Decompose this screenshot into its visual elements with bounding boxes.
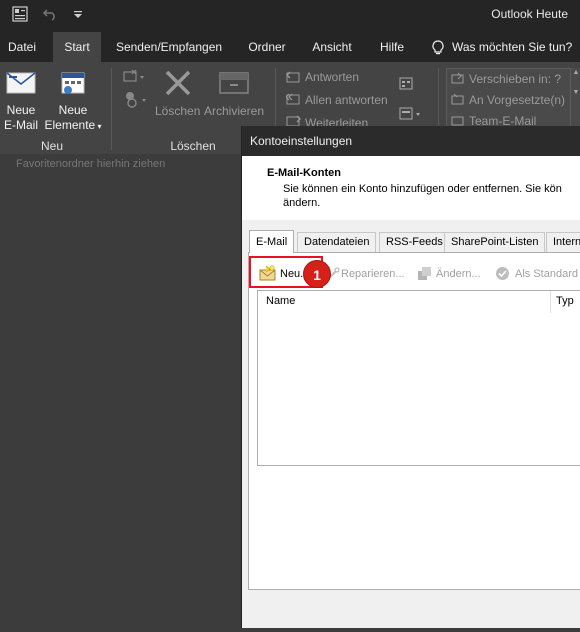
reply-icon — [286, 70, 302, 84]
quick-steps-gallery: Verschieben in: ? An Vorgesetzte(n) Team… — [446, 68, 572, 130]
tab-email[interactable]: E-Mail — [249, 230, 295, 253]
scroll-up-icon[interactable]: ▲ — [571, 68, 580, 78]
tab-senden-empfangen[interactable]: Senden/Empfangen — [110, 32, 228, 62]
tell-me-label: Was möchten Sie tun? — [452, 40, 573, 54]
tab-rss-feeds[interactable]: RSS-Feeds — [379, 232, 450, 252]
cleanup-icon[interactable] — [122, 90, 150, 108]
window-title: Outlook Heute — [491, 7, 568, 21]
archive-button[interactable]: Archivieren — [204, 104, 264, 119]
column-header-type[interactable]: Typ — [556, 295, 574, 307]
tab-internet-calendars[interactable]: Intern — [546, 232, 580, 252]
more-respond-icon[interactable] — [398, 106, 424, 122]
dialog-header-description-line-2: ändern. — [283, 197, 321, 209]
navigation-pane: Favoritenordner hierhin ziehen — [0, 154, 242, 632]
reply-all-button[interactable]: Allen antworten — [305, 93, 388, 108]
new-mail-label-2: E-Mail — [3, 118, 38, 132]
tab-ordner[interactable]: Ordner — [240, 32, 294, 62]
new-items-label-1: Neue — [58, 103, 88, 117]
set-default-icon — [495, 266, 510, 281]
archive-icon — [218, 70, 250, 96]
column-divider[interactable] — [550, 291, 551, 313]
reply-button[interactable]: Antworten — [305, 70, 359, 85]
dialog-header-description: Sie können ein Konto hinzufügen oder ent… — [283, 182, 562, 210]
tab-start[interactable]: Start — [53, 32, 101, 62]
favorites-hint: Favoritenordner hierhin ziehen — [16, 158, 166, 170]
tell-me-search[interactable]: Was möchten Sie tun? — [432, 32, 572, 62]
move-to-icon — [451, 72, 465, 86]
ribbon-tabs: Datei Start Senden/Empfangen Ordner Ansi… — [0, 32, 580, 62]
tab-sharepoint-lists[interactable]: SharePoint-Listen — [444, 232, 546, 252]
gallery-scrollbar[interactable]: ▲ ▼ — [570, 68, 580, 128]
accounts-list[interactable]: Name Typ — [257, 290, 580, 466]
to-manager-icon — [451, 93, 465, 107]
tab-hilfe[interactable]: Hilfe — [370, 32, 414, 62]
delete-button[interactable]: Löschen — [155, 104, 200, 119]
lightbulb-icon — [432, 32, 444, 62]
dialog-header: E-Mail-Konten Sie können ein Konto hinzu… — [242, 156, 580, 220]
tab-ansicht[interactable]: Ansicht — [304, 32, 360, 62]
new-mail-button[interactable]: Neue E-Mail — [0, 103, 42, 133]
dialog-header-description-line-1: Sie können ein Konto hinzufügen oder ent… — [283, 183, 562, 195]
scroll-down-icon[interactable]: ▼ — [571, 88, 580, 98]
group-label-new: Neu — [40, 139, 63, 153]
chevron-down-icon: ▾ — [95, 122, 102, 131]
ignore-icon[interactable] — [122, 68, 146, 86]
column-header-name[interactable]: Name — [266, 295, 295, 307]
change-button[interactable]: Ändern... — [436, 265, 481, 283]
step-badge: 1 — [303, 260, 331, 288]
set-default-button[interactable]: Als Standard — [515, 265, 578, 283]
new-mail-icon — [5, 70, 37, 96]
tab-data-files[interactable]: Datendateien — [297, 232, 377, 252]
app-icon[interactable] — [10, 6, 30, 26]
dialog-title[interactable]: Kontoeinstellungen — [242, 126, 580, 156]
quick-step-move-to[interactable]: Verschieben in: ? — [469, 72, 561, 87]
ribbon-separator — [111, 68, 112, 150]
title-bar: Outlook Heute — [0, 0, 580, 32]
customize-icon[interactable] — [68, 6, 88, 26]
group-label-delete: Löschen — [170, 139, 216, 153]
delete-icon — [163, 68, 193, 98]
account-settings-dialog: Kontoeinstellungen E-Mail-Konten Sie kön… — [242, 126, 580, 628]
tab-datei[interactable]: Datei — [0, 32, 44, 62]
repair-button[interactable]: Reparieren... — [341, 265, 405, 283]
new-items-label-2: Elemente — [44, 118, 96, 132]
new-items-button[interactable]: Neue Elemente ▾ — [42, 103, 104, 134]
new-items-icon — [58, 68, 88, 98]
new-mail-label-1: Neue — [6, 103, 36, 117]
quick-step-to-manager[interactable]: An Vorgesetzte(n) — [469, 93, 565, 108]
dialog-header-title: E-Mail-Konten — [267, 167, 341, 179]
meeting-icon[interactable] — [398, 76, 416, 92]
reply-all-icon — [285, 92, 302, 106]
change-icon — [417, 266, 433, 281]
undo-icon[interactable] — [40, 6, 60, 26]
